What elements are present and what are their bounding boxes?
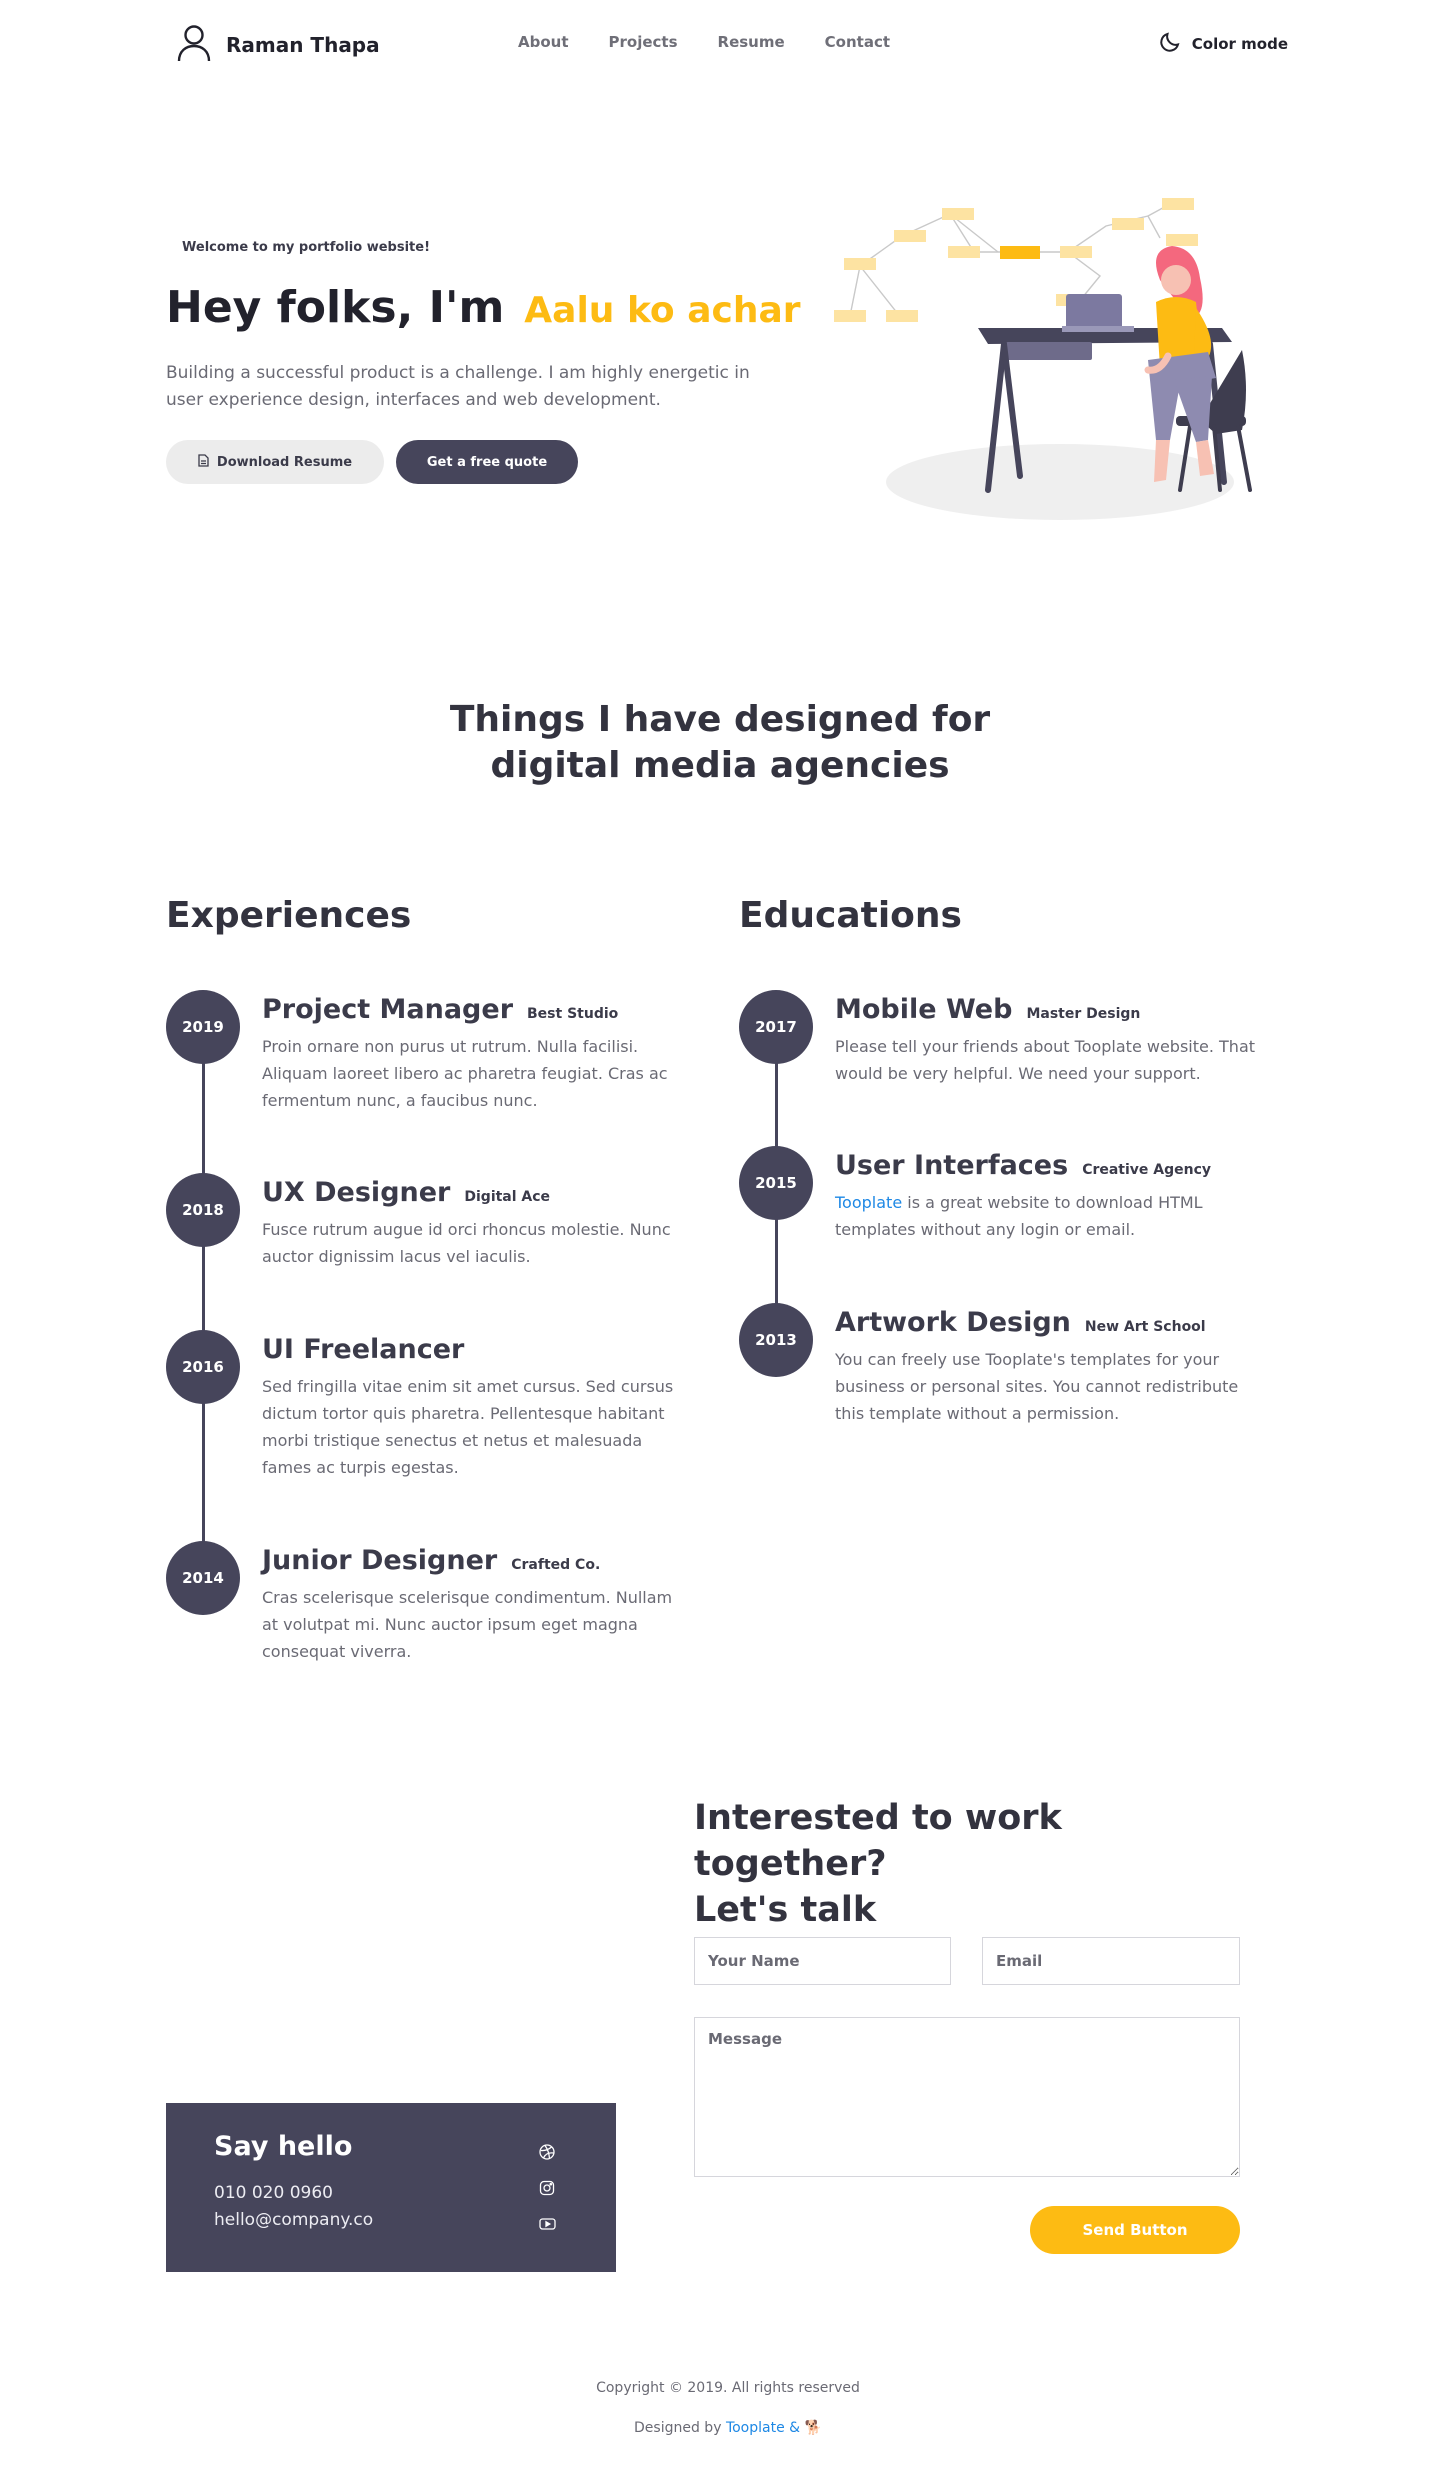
- experience-body: Junior Designer Crafted Co. Cras sceleri…: [262, 1545, 692, 1665]
- experience-text: Fusce rutrum augue id orci rhoncus moles…: [262, 1220, 671, 1266]
- footer-copyright: Copyright © 2019. All rights reserved: [596, 2380, 860, 2396]
- year-badge: 2013: [739, 1303, 813, 1377]
- contact-title: Interested to work together? Let's talk: [694, 1795, 1254, 1933]
- year-badge: 2017: [739, 990, 813, 1064]
- say-hello-card: Say hello 010 020 0960 hello@company.co: [166, 2103, 616, 2272]
- experience-body: UI Freelancer Sed fringilla vitae enim s…: [262, 1334, 692, 1481]
- tooplate-footer-link[interactable]: Tooplate &: [726, 2420, 800, 2436]
- footer-designed-by: Designed by Tooplate & 🐕: [0, 2420, 1440, 2436]
- hero-title-main: Hey folks, I'm: [166, 282, 505, 333]
- hero-title: Hey folks, I'm Aalu ko achar: [166, 282, 801, 333]
- hero-welcome: Welcome to my portfolio website!: [182, 240, 430, 255]
- download-resume-label: Download Resume: [216, 454, 353, 470]
- education-text: Please tell your friends about Tooplate …: [835, 1037, 1256, 1083]
- education-org: Creative Agency: [1082, 1162, 1212, 1178]
- education-text: You can freely use Tooplate's templates …: [835, 1350, 1239, 1423]
- year-badge: 2015: [739, 1146, 813, 1220]
- nav-link-about[interactable]: About: [518, 33, 569, 51]
- phone-number: 010 020 0960: [214, 2183, 333, 2203]
- experience-role: UX Designer: [262, 1177, 451, 1208]
- experience-role: Junior Designer: [262, 1545, 498, 1576]
- brand[interactable]: Raman Thapa: [176, 24, 380, 66]
- experience-body: Project Manager Best Studio Proin ornare…: [262, 994, 692, 1114]
- nav-links: About Projects Resume Contact: [518, 33, 890, 51]
- education-role: Artwork Design: [835, 1307, 1071, 1338]
- tooplate-link[interactable]: Tooplate: [835, 1193, 902, 1212]
- email-input[interactable]: [982, 1937, 1240, 1985]
- download-resume-button[interactable]: Download Resume: [166, 440, 384, 484]
- experiences-title: Experiences: [166, 895, 412, 936]
- education-body: User Interfaces Creative Agency Tooplate…: [835, 1150, 1265, 1243]
- message-textarea[interactable]: [694, 2017, 1240, 2177]
- educations-title: Educations: [739, 895, 962, 936]
- experience-text: Sed fringilla vitae enim sit amet cursus…: [262, 1377, 674, 1477]
- brand-name: Raman Thapa: [226, 33, 380, 57]
- year-badge: 2016: [166, 1330, 240, 1404]
- year-badge: 2014: [166, 1541, 240, 1615]
- education-org: Master Design: [1026, 1006, 1141, 1022]
- moon-icon: [1158, 30, 1182, 58]
- education-role: Mobile Web: [835, 994, 1013, 1025]
- education-text: Tooplate is a great website to download …: [835, 1189, 1265, 1243]
- experience-org: Crafted Co.: [511, 1557, 601, 1573]
- experience-role: Project Manager: [262, 994, 514, 1025]
- contact-title-line2: Let's talk: [694, 1890, 877, 1930]
- experience-text: Cras scelerisque scelerisque condimentum…: [262, 1588, 673, 1661]
- experience-org: Digital Ace: [464, 1189, 551, 1205]
- education-body: Artwork Design New Art School You can fr…: [835, 1307, 1265, 1427]
- experience-body: UX Designer Digital Ace Fusce rutrum aug…: [262, 1177, 692, 1270]
- color-mode-toggle[interactable]: Color mode: [1158, 30, 1288, 58]
- say-hello-title: Say hello: [214, 2131, 353, 2162]
- education-org: New Art School: [1084, 1319, 1206, 1335]
- email-address[interactable]: hello@company.co: [214, 2210, 373, 2230]
- hero-title-highlight: Aalu ko achar: [524, 290, 801, 331]
- contact-title-line1: Interested to work together?: [694, 1798, 1062, 1884]
- year-badge: 2019: [166, 990, 240, 1064]
- year-badge: 2018: [166, 1173, 240, 1247]
- send-button[interactable]: Send Button: [1030, 2206, 1240, 2254]
- file-icon: [198, 453, 209, 471]
- color-mode-label: Color mode: [1191, 35, 1288, 53]
- hero-description: Building a successful product is a chall…: [166, 363, 750, 410]
- name-input[interactable]: [694, 1937, 951, 1985]
- experience-org: Best Studio: [527, 1006, 619, 1022]
- hero-illustration: [830, 190, 1300, 534]
- experience-text: Proin ornare non purus ut rutrum. Nulla …: [262, 1037, 668, 1110]
- experience-role: UI Freelancer: [262, 1334, 465, 1365]
- instagram-icon[interactable]: [538, 2179, 556, 2197]
- designs-section-title: Things I have designed for digital media…: [449, 699, 991, 786]
- nav-link-projects[interactable]: Projects: [609, 33, 678, 51]
- dog-emoji: 🐕: [804, 2420, 822, 2436]
- navbar: Raman Thapa About Projects Resume Contac…: [0, 0, 1440, 90]
- education-role: User Interfaces: [835, 1150, 1069, 1181]
- user-icon: [176, 24, 212, 66]
- nav-link-resume[interactable]: Resume: [718, 33, 785, 51]
- dribbble-icon[interactable]: [538, 2143, 556, 2161]
- designed-by-label: Designed by: [634, 2420, 722, 2436]
- education-body: Mobile Web Master Design Please tell you…: [835, 994, 1265, 1087]
- get-quote-button[interactable]: Get a free quote: [396, 440, 578, 484]
- nav-link-contact[interactable]: Contact: [825, 33, 890, 51]
- youtube-icon[interactable]: [538, 2215, 556, 2233]
- experiences-timeline-line: [202, 1030, 205, 1550]
